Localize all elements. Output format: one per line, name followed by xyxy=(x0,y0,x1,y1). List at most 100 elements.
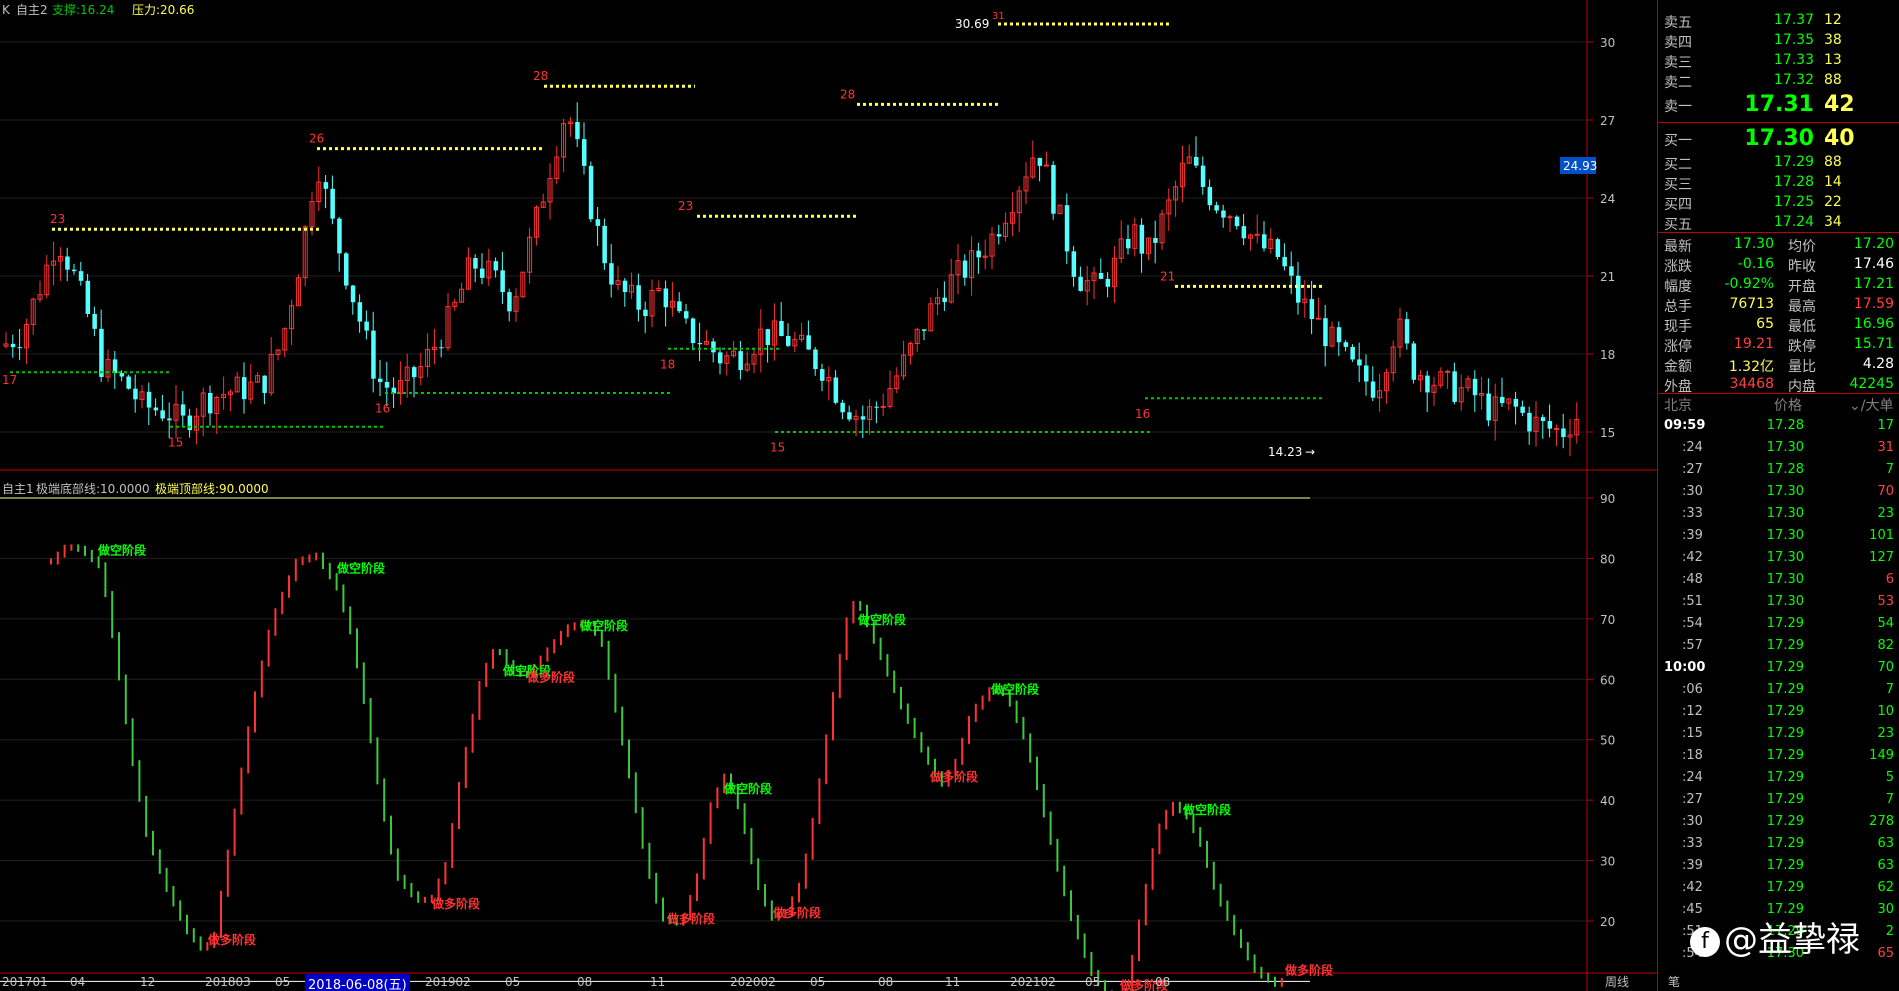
osc-bar-down xyxy=(124,674,127,725)
tick-volume: 53 xyxy=(1877,594,1894,609)
tick-volume: 82 xyxy=(1877,638,1894,653)
tick-volume: 70 xyxy=(1877,660,1894,675)
long-stage-label: 做多阶段 xyxy=(772,905,822,920)
candle-body-down xyxy=(337,218,342,254)
osc-bar-up xyxy=(50,558,52,565)
long-stage-label: 做多阶段 xyxy=(431,896,481,911)
candle-body-down xyxy=(1343,342,1349,347)
candle-body-down xyxy=(697,343,703,345)
stat-row: 金额 1.32亿 量比 4.28 xyxy=(1664,356,1894,376)
osc-bar-up xyxy=(220,890,222,938)
bid-row[interactable]: 买二 17.29 88 xyxy=(1664,154,1894,174)
x-axis-label: 08 xyxy=(878,975,893,989)
osc-bar-down xyxy=(131,718,134,767)
candle-body-down xyxy=(1500,396,1505,404)
candle-body-down xyxy=(344,253,349,286)
candle-body-down xyxy=(813,349,818,370)
current-price-tag-text: 24.93 xyxy=(1563,159,1597,173)
tick-volume: 23 xyxy=(1877,506,1894,521)
quote-label: 卖二 xyxy=(1664,75,1692,91)
osc-bar-up xyxy=(294,558,297,582)
osc-bar-down xyxy=(1063,865,1066,897)
bid-row[interactable]: 买四 17.25 22 xyxy=(1664,194,1894,214)
osc-tick-label: 50 xyxy=(1600,734,1615,748)
osc-bar-up xyxy=(546,647,549,662)
price-tick-label: 21 xyxy=(1600,270,1615,284)
osc-bar-down xyxy=(410,883,413,898)
candle-body-down xyxy=(384,381,390,388)
osc-bar-down xyxy=(655,872,658,904)
osc-tick-label: 80 xyxy=(1600,552,1615,566)
ask-row[interactable]: 卖四 17.35 38 xyxy=(1664,32,1894,52)
osc-bar-down xyxy=(1274,976,1276,987)
osc-bar-up xyxy=(845,617,848,660)
osc-bar-up xyxy=(838,653,841,699)
short-stage-label: 做空阶段 xyxy=(723,781,773,796)
candle-body-down xyxy=(92,313,97,329)
quote-label: 卖四 xyxy=(1664,35,1692,51)
chart-area[interactable]: K 自主2 支撑:16.24 压力:20.66 30 27 24 21 18 15 24.93 23 2… xyxy=(0,0,1657,991)
bid-row[interactable]: 买一 17.30 40 xyxy=(1664,126,1894,151)
tick-price: 17.28 xyxy=(1766,418,1804,433)
osc-bar-down xyxy=(77,544,80,552)
osc-bar-up xyxy=(553,639,556,654)
tick-price: 17.30 xyxy=(1766,440,1804,455)
candle-body-down xyxy=(1336,327,1342,343)
ask-row[interactable]: 卖五 17.37 12 xyxy=(1664,12,1894,32)
stat-value: 17.46 xyxy=(1853,256,1894,272)
osc-bar-up xyxy=(798,882,800,903)
ask-row[interactable]: 卖二 17.32 88 xyxy=(1664,72,1894,92)
candle-body-down xyxy=(582,139,587,166)
tick-price: 17.30 xyxy=(1766,528,1804,543)
candle-body-down xyxy=(1472,378,1478,396)
osc-bar-down xyxy=(743,803,746,835)
quote-label: 买一 xyxy=(1664,133,1692,149)
osc-bar-down xyxy=(621,706,624,746)
ask-row[interactable]: 卖三 17.33 13 xyxy=(1664,52,1894,72)
tick-row: :27 17.28 7 xyxy=(1664,460,1894,482)
quote-volume: 38 xyxy=(1824,32,1842,48)
tick-time: :54 xyxy=(1682,616,1703,631)
candle-body-down xyxy=(1282,256,1287,267)
candle-body-down xyxy=(1234,216,1240,227)
candle-body-down xyxy=(1364,365,1369,382)
osc-bar-down xyxy=(927,746,930,765)
period-label[interactable]: 周线 xyxy=(1605,973,1629,990)
candle-body-down xyxy=(1452,371,1457,402)
tick-price: 17.30 xyxy=(1766,594,1804,609)
weibo-icon: f xyxy=(1690,926,1720,957)
candle-body-down xyxy=(1153,238,1158,243)
candle-body-down xyxy=(412,367,417,378)
candle-body-down xyxy=(1323,318,1328,347)
tick-row: :18 17.29 149 xyxy=(1664,746,1894,768)
candle-body-down xyxy=(1241,226,1247,239)
swing-low-label: 16 xyxy=(1135,407,1150,421)
candle-body-down xyxy=(167,418,172,421)
cursor-date: 2018-06-08(五) xyxy=(305,974,410,991)
tick-price: 17.29 xyxy=(1766,770,1804,785)
quote-label: 买三 xyxy=(1664,177,1692,193)
stat-label: 最新 xyxy=(1664,239,1692,255)
candle-body-down xyxy=(663,288,669,308)
bid-row[interactable]: 买三 17.28 14 xyxy=(1664,174,1894,194)
quote-volume: 12 xyxy=(1824,12,1842,28)
stat-row: 总手 76713 最高 17.59 xyxy=(1664,296,1894,316)
tick-volume: 6 xyxy=(1885,572,1894,587)
candle-body-down xyxy=(1262,234,1267,249)
candle-body-down xyxy=(1051,165,1056,214)
bottom-tab-bi[interactable]: 笔 xyxy=(1668,973,1680,990)
candle-body-down xyxy=(1064,205,1070,252)
osc-bar-down xyxy=(172,886,175,907)
bid-row[interactable]: 买五 17.24 34 xyxy=(1664,214,1894,234)
candle-body-down xyxy=(711,341,716,353)
quote-label: 卖三 xyxy=(1664,55,1692,71)
tick-row: :42 17.29 62 xyxy=(1664,878,1894,900)
stat-row: 涨跌 -0.16 昨收 17.46 xyxy=(1664,256,1894,276)
ask-row[interactable]: 卖一 17.31 42 xyxy=(1664,92,1894,117)
osc-bar-down xyxy=(1015,700,1018,723)
x-axis-label: 04 xyxy=(70,975,85,989)
candle-body-down xyxy=(1071,251,1077,277)
osc-bar-down xyxy=(342,584,345,613)
osc-bar-down xyxy=(179,900,182,921)
tick-volume: 62 xyxy=(1877,880,1894,895)
